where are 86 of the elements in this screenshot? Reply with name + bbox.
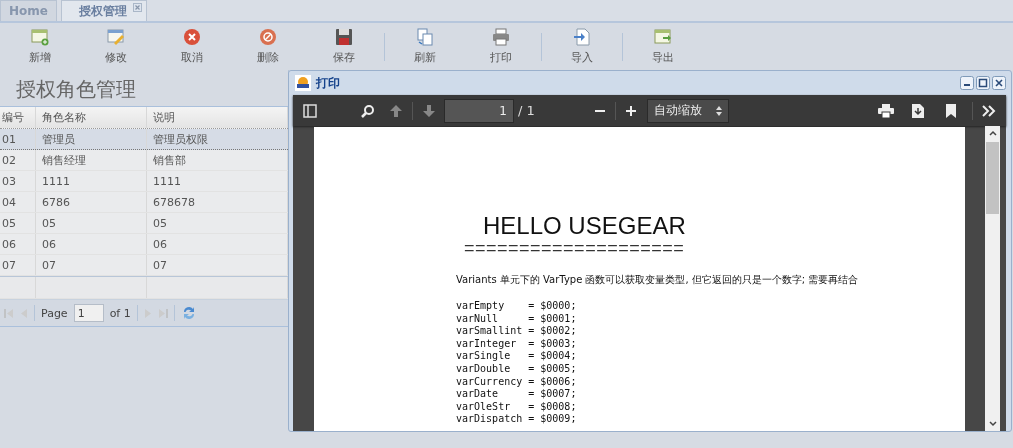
scrollbar[interactable]: [985, 126, 1000, 431]
document-arrow-icon: [573, 28, 591, 46]
table-cell: 06: [153, 237, 167, 251]
toolbar-button[interactable]: 新增: [2, 26, 78, 67]
document-heading: HELLO USEGEAR: [483, 213, 687, 239]
bookmark-icon[interactable]: [946, 103, 956, 118]
table-cell: 05: [2, 216, 16, 230]
table-cell: 销售经理: [42, 152, 86, 168]
code-line: varNull = $0001;: [456, 312, 578, 326]
table-cell: 1111: [42, 174, 70, 188]
cancel-icon: [183, 28, 201, 46]
column-header[interactable]: 编号: [0, 107, 36, 128]
double-chevron-icon[interactable]: [982, 104, 996, 117]
download-icon[interactable]: [912, 103, 924, 118]
table-row[interactable]: 06 06 06: [0, 234, 288, 255]
window-pencil-icon: [107, 28, 125, 46]
no-entry-icon: [259, 28, 277, 46]
code-line: varDouble = $0005;: [456, 362, 578, 376]
table-cell: 04: [2, 195, 16, 209]
dialog-title: 打印: [316, 74, 340, 92]
page-label: Page: [41, 306, 68, 320]
down-arrow-icon[interactable]: [422, 103, 436, 118]
scroll-up-icon[interactable]: [988, 130, 997, 136]
table-cell: 06: [42, 237, 56, 251]
panel-title: 授权角色管理: [15, 76, 137, 103]
table-row[interactable]: 01 管理员 管理员权限: [0, 129, 288, 150]
sidebar-toggle-icon[interactable]: [303, 103, 317, 118]
minimize-icon[interactable]: [960, 76, 974, 90]
toolbar-button[interactable]: 删除: [230, 26, 306, 67]
code-line: varDispatch = $0009;: [456, 413, 578, 426]
code-line: varEmpty = $0000;: [456, 300, 578, 313]
toolbar-button[interactable]: 刷新: [387, 26, 463, 67]
table-cell: 销售部: [153, 152, 186, 168]
code-line: varOleStr = $0008;: [456, 400, 578, 414]
table-cell: 678678: [153, 195, 195, 209]
table-row[interactable]: 02 销售经理 销售部: [0, 150, 288, 171]
table-cell: 03: [2, 174, 16, 188]
page-count: of 1: [109, 306, 131, 320]
table-cell: 1111: [153, 174, 181, 188]
table-row[interactable]: 03 1111 1111: [0, 171, 288, 192]
scroll-thumb[interactable]: [986, 142, 999, 214]
table-cell: 06: [2, 237, 16, 251]
table-cell: 07: [42, 258, 56, 272]
scroll-down-icon[interactable]: [988, 421, 997, 427]
table-row[interactable]: 05 05 05: [0, 213, 288, 234]
table-row[interactable]: 07 07 07: [0, 255, 288, 276]
printer-icon[interactable]: [878, 103, 894, 118]
toolbar-button[interactable]: 取消: [154, 26, 230, 67]
code-line: varSmallint = $0002;: [456, 325, 578, 338]
table-row[interactable]: 04 6786 678678: [0, 192, 288, 213]
zoom-select[interactable]: 自动缩放: [646, 98, 729, 123]
page-count: / 1: [518, 103, 535, 118]
zoom-in-icon[interactable]: [624, 104, 637, 117]
toolbar-button[interactable]: 修改: [78, 26, 154, 67]
table-cell: 02: [2, 153, 16, 167]
up-arrow-icon[interactable]: [389, 103, 403, 118]
table-cell: 05: [153, 216, 167, 230]
toolbar-button[interactable]: 导入: [544, 26, 620, 67]
printer-icon: [492, 28, 510, 46]
search-icon[interactable]: [361, 103, 375, 118]
table-cell: 07: [2, 258, 16, 272]
code-line: varDate = $0007;: [456, 388, 578, 401]
code-line: varCurrency = $0006;: [456, 375, 578, 389]
table-cell: 07: [153, 258, 167, 272]
copy-pages-icon: [416, 28, 434, 46]
page-number-field[interactable]: 1: [444, 98, 514, 123]
spinner-arrows-icon: [715, 105, 722, 116]
code-line: varInteger = $0003;: [456, 337, 578, 351]
app-logo-icon: [295, 75, 311, 91]
window-plus-icon: [31, 28, 49, 46]
close-icon[interactable]: [992, 76, 1006, 90]
table-cell: 管理员权限: [153, 131, 208, 147]
toolbar-button[interactable]: 打印: [463, 26, 539, 67]
toolbar-button[interactable]: 保存: [306, 26, 382, 67]
table-cell: 6786: [42, 195, 70, 209]
column-header[interactable]: 角色名称: [36, 107, 147, 128]
table-cell: 管理员: [42, 131, 75, 147]
maximize-icon[interactable]: [976, 76, 990, 90]
document-paragraph: Variants 单元下的 VarType 函数可以获取变量类型, 但它返回的只是一个数字; 需要再结合: [456, 273, 860, 287]
tab[interactable]: 授权管理: [60, 0, 147, 21]
table-cell: 05: [42, 216, 56, 230]
table-cell: 01: [2, 132, 16, 146]
toolbar-button[interactable]: 导出: [625, 26, 701, 67]
page-input[interactable]: 1: [73, 304, 104, 322]
code-line: varSingle = $0004;: [456, 350, 578, 363]
document-rule: ====================: [464, 239, 686, 257]
